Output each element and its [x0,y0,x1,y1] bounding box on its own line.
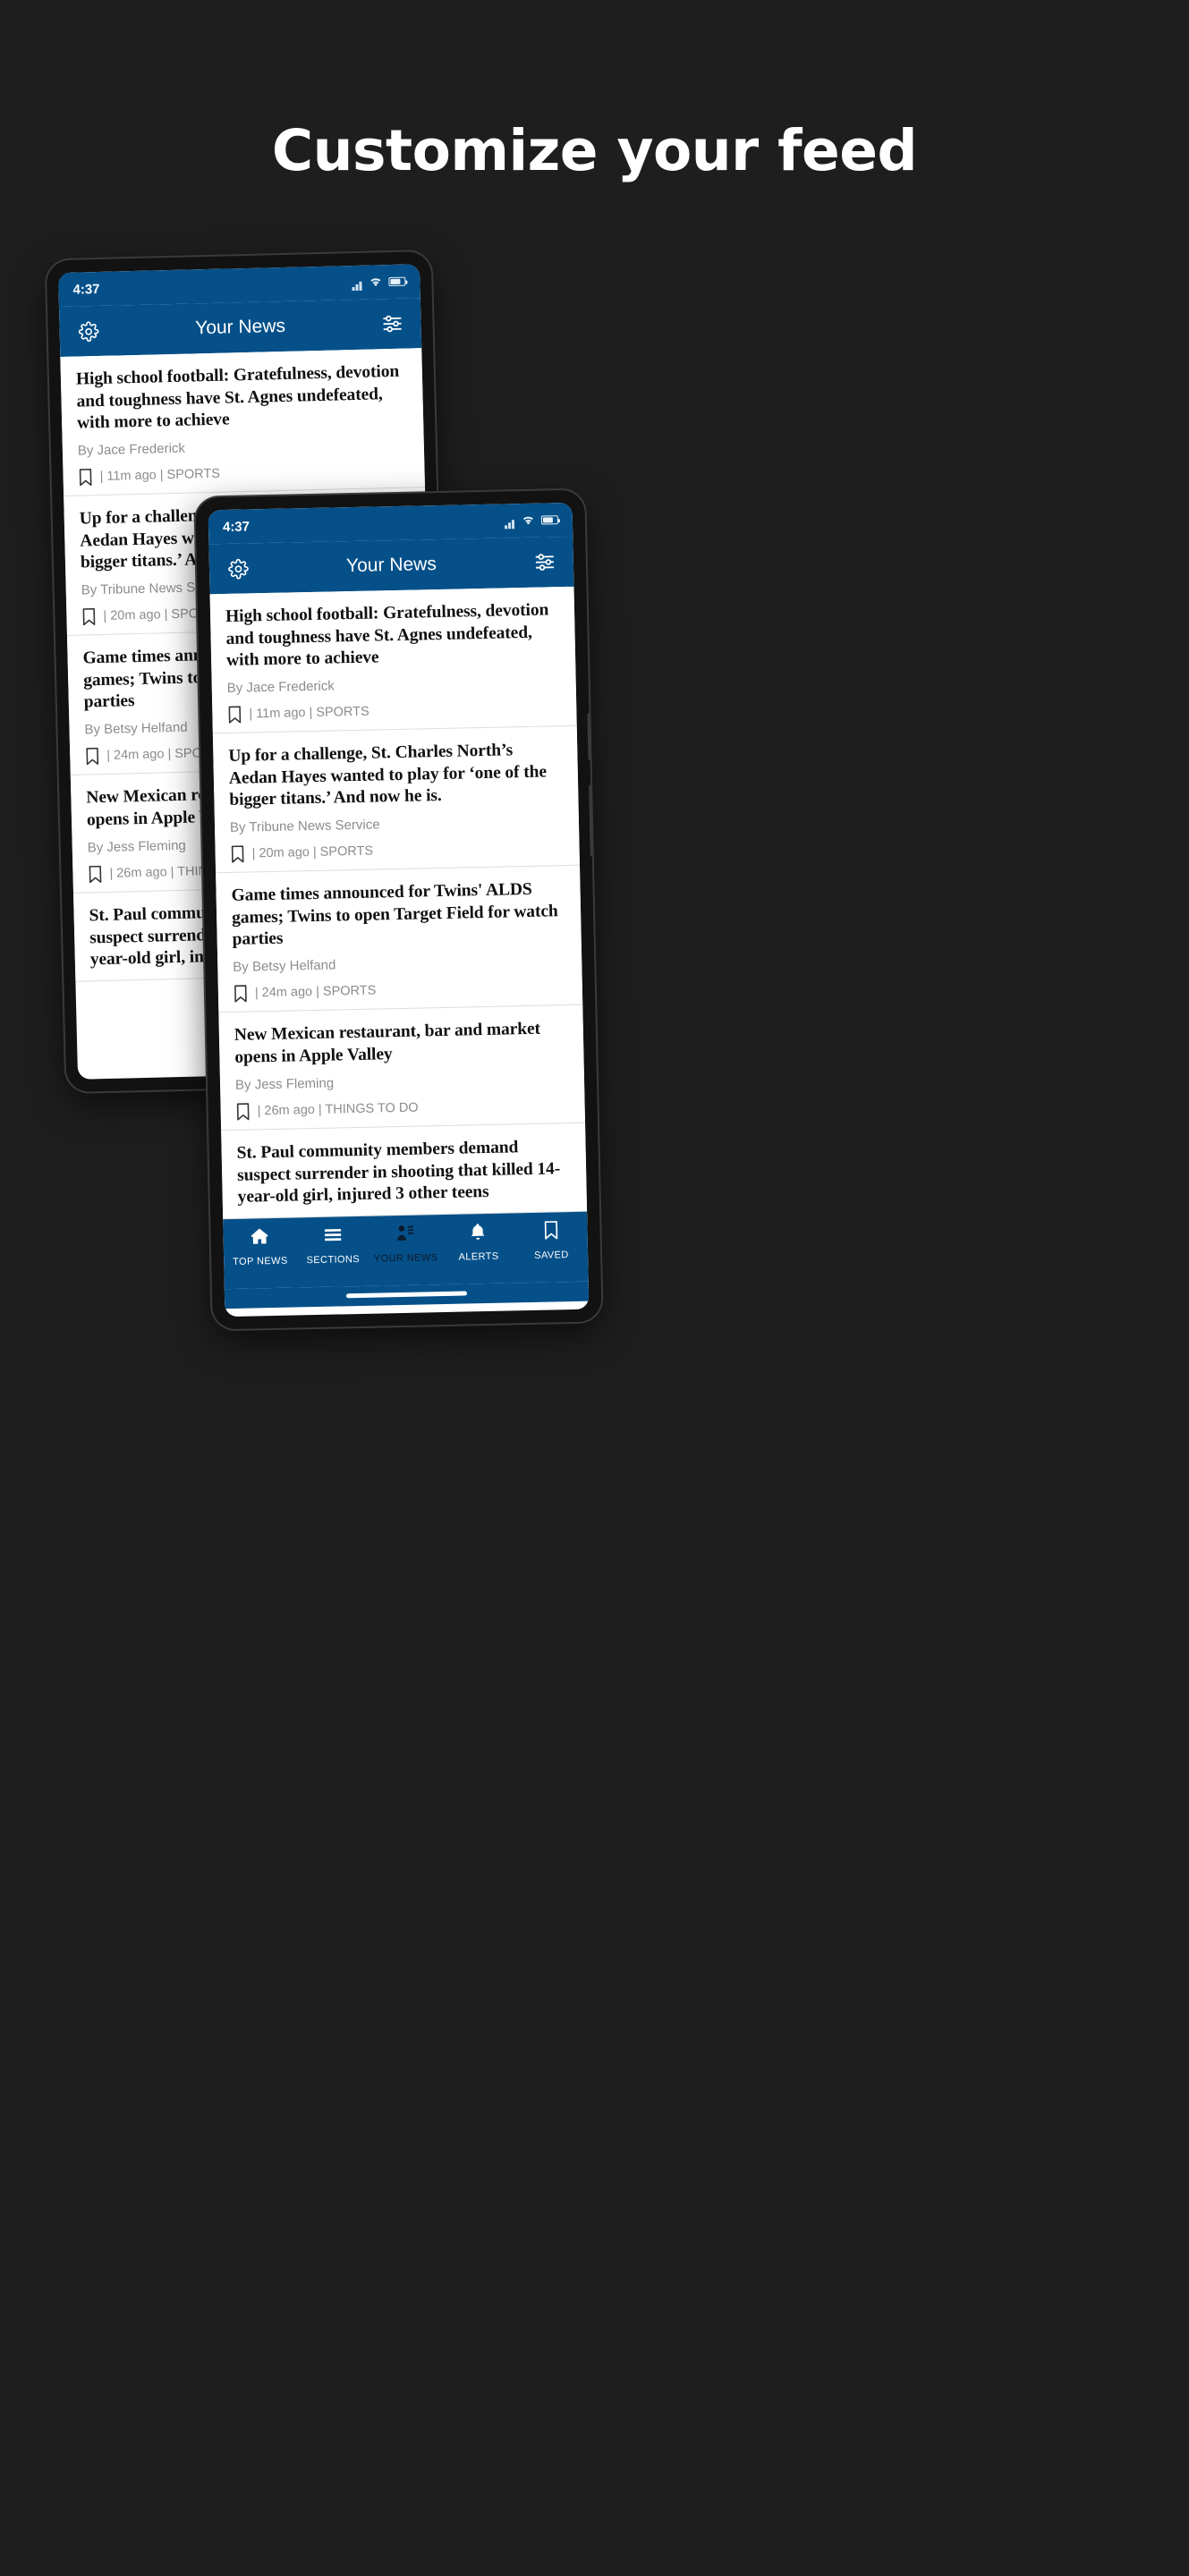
nav-item-label: SECTIONS [306,1253,361,1266]
status-icons [505,513,559,529]
gear-icon[interactable] [225,555,252,582]
bottom-nav[interactable]: TOP NEWS SECTIONS YOUR NEWS ALERTS SAVED [223,1211,589,1289]
app-bar-title: Your News [194,315,286,339]
person-list-icon [395,1223,416,1247]
app-bar: Your News [208,536,574,595]
phone-screen-front: 4:37 Your News High school football: Gra… [208,502,590,1318]
article-headline: New Mexican restaurant, bar and market o… [234,1020,541,1067]
article-byline: By Jace Frederick [226,678,335,696]
article-meta-text: | 20m ago | SPORTS [251,843,374,861]
article-meta: | 26m ago | THINGS TO DO [235,1096,569,1121]
article-meta-text: | 26m ago | THINGS TO DO [257,1100,419,1119]
nav-item-saved[interactable]: SAVED [514,1219,588,1260]
bookmark-icon[interactable] [230,844,244,863]
article-item[interactable]: Up for a challenge, St. Charles North’s … [212,725,581,874]
wifi-icon [522,513,535,528]
nav-item-label: SAVED [534,1249,569,1261]
sliders-icon[interactable] [531,548,559,576]
gear-icon[interactable] [74,318,102,345]
app-bar: Your News [58,298,422,358]
battery-icon [540,515,559,525]
article-headline: Game times announced for Twins' ALDS gam… [231,880,558,950]
sliders-icon[interactable] [378,310,406,338]
nav-item-label: ALERTS [458,1250,499,1263]
app-bar-title: Your News [345,554,437,577]
nav-item-label: YOUR NEWS [373,1251,438,1265]
nav-item-sections[interactable]: SECTIONS [296,1224,369,1267]
article-item[interactable]: High school football: Gratefulness, devo… [60,348,426,497]
article-headline: High school football: Gratefulness, devo… [225,600,549,671]
article-meta: | 24m ago | SPORTS [234,978,567,1003]
wifi-icon [369,275,382,290]
article-byline: By Tribune News Service [229,817,380,835]
bookmark-icon[interactable] [234,985,248,1004]
article-meta: | 11m ago | SPORTS [78,460,409,487]
bookmark-icon[interactable] [85,747,99,766]
bookmark-icon[interactable] [88,865,102,884]
status-time: 4:37 [222,518,251,535]
article-meta-text: | 11m ago | SPORTS [99,466,221,484]
article-byline: By Jess Fleming [234,1075,335,1093]
bookmark-icon[interactable] [81,607,96,626]
article-headline: St. Paul community members demand suspec… [236,1138,561,1208]
phone-mockup-front: 4:37 Your News High school football: Gra… [195,489,602,1330]
article-item[interactable]: High school football: Gratefulness, devo… [209,586,577,734]
article-feed-front[interactable]: High school football: Gratefulness, devo… [209,586,588,1219]
article-byline: By Betsy Helfand [233,957,336,975]
hamburger-icon [322,1224,344,1249]
article-item[interactable]: Game times announced for Twins' ALDS gam… [216,866,583,1013]
home-icon [250,1226,271,1250]
article-headline: High school football: Gratefulness, devo… [75,361,400,433]
status-time: 4:37 [72,281,100,298]
power-button[interactable] [589,784,593,857]
signal-icon [505,513,515,529]
bell-icon [468,1222,489,1246]
article-meta-text: | 11m ago | SPORTS [249,704,369,722]
battery-icon [388,276,406,287]
article-meta: | 11m ago | SPORTS [227,699,561,724]
bookmark-icon [543,1220,559,1244]
signal-icon [352,275,362,291]
volume-button[interactable] [587,713,591,760]
article-item[interactable]: New Mexican restaurant, bar and market o… [218,1005,586,1131]
nav-item-your-news[interactable]: YOUR NEWS [369,1223,442,1265]
article-headline: Up for a challenge, St. Charles North’s … [228,741,548,810]
status-icons [352,274,406,291]
bookmark-icon[interactable] [235,1102,250,1121]
nav-item-label: TOP NEWS [233,1255,288,1267]
bookmark-icon[interactable] [227,705,242,724]
article-meta-text: | 24m ago | SPORTS [254,983,377,1001]
page-title: Customize your feed [271,118,918,183]
bookmark-icon[interactable] [78,468,92,487]
article-byline: By Jace Frederick [77,440,186,459]
nav-item-top-news[interactable]: TOP NEWS [223,1225,296,1267]
article-item[interactable]: St. Paul community members demand suspec… [221,1123,588,1219]
article-meta: | 20m ago | SPORTS [230,838,564,863]
nav-item-alerts[interactable]: ALERTS [442,1221,515,1263]
